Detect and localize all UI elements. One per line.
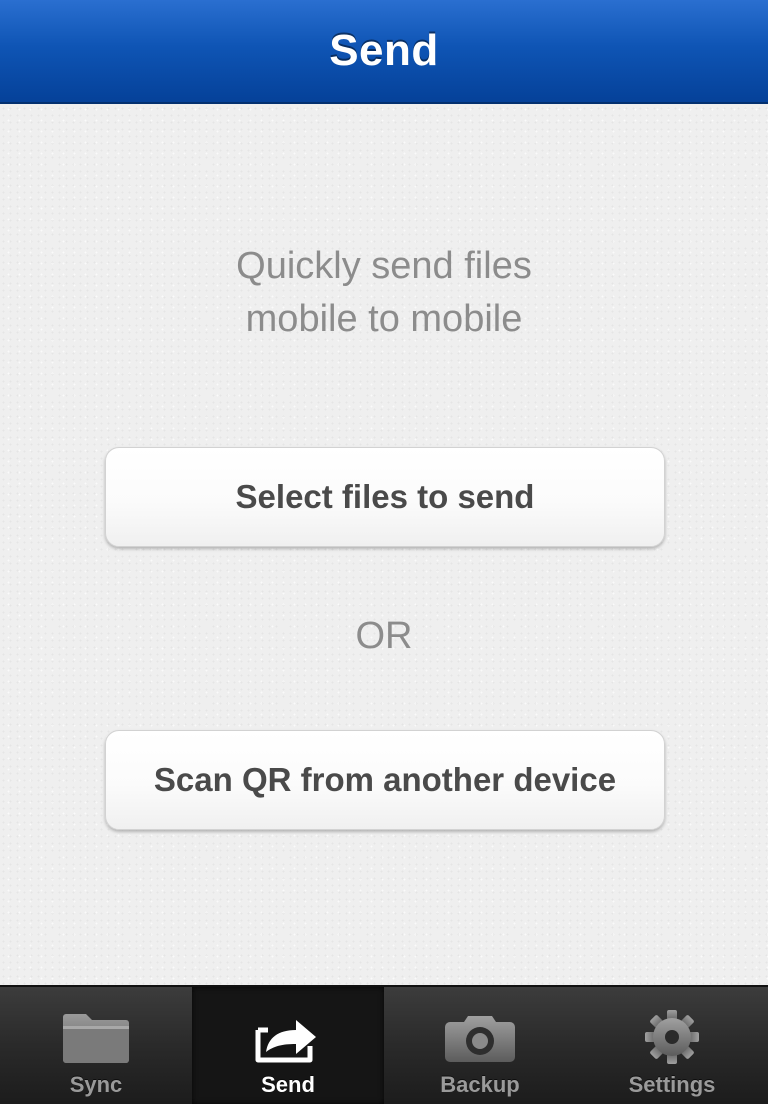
select-files-button[interactable]: Select files to send: [105, 447, 665, 547]
tagline-line-1: Quickly send files: [236, 245, 532, 287]
tab-label-settings: Settings: [628, 1072, 716, 1097]
tab-bar: Sync Send Backup Settings: [0, 985, 768, 1104]
scan-qr-label: Scan QR from another device: [153, 761, 617, 798]
folder-icon: [63, 1014, 129, 1063]
tab-sync[interactable]: Sync: [0, 987, 192, 1104]
tab-send[interactable]: Send: [192, 987, 384, 1104]
tab-label-send: Send: [261, 1072, 315, 1097]
tagline-line-2: mobile to mobile: [245, 298, 523, 340]
share-arrow-icon: [255, 1020, 316, 1063]
page-title: Send: [329, 26, 439, 75]
tab-label-backup: Backup: [440, 1072, 520, 1097]
camera-icon: [445, 1016, 515, 1062]
send-tagline: Quickly send files mobile to mobile: [0, 240, 768, 346]
app-screen: Send Quickly send files mobile to mobile…: [0, 0, 768, 1104]
navigation-bar: Send: [0, 0, 768, 104]
tab-label-sync: Sync: [69, 1072, 123, 1097]
tab-settings[interactable]: Settings: [576, 987, 768, 1104]
tab-backup[interactable]: Backup: [384, 987, 576, 1104]
scan-qr-button[interactable]: Scan QR from another device: [105, 730, 665, 830]
or-separator: OR: [355, 615, 413, 657]
select-files-label: Select files to send: [235, 478, 535, 515]
gear-icon: [645, 1010, 699, 1064]
